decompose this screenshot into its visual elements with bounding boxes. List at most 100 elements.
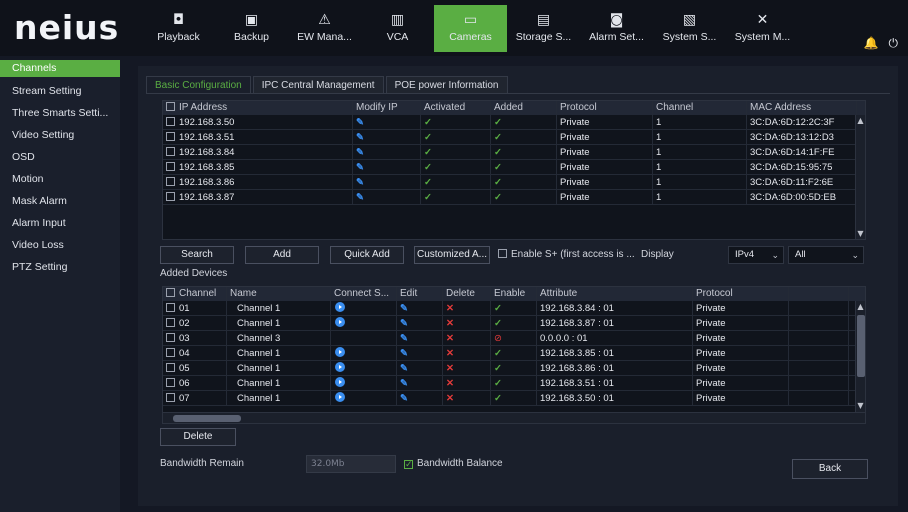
row-checkbox[interactable] (166, 132, 175, 141)
row-checkbox[interactable] (166, 393, 175, 402)
bandwidth-balance-checkbox[interactable]: ✓ (404, 460, 413, 469)
check-icon[interactable]: ✓ (494, 303, 502, 314)
table-row[interactable]: 06 Channel 1 ✎ ✕ ✓ 192.168.3.51 : 01 Private (163, 376, 865, 391)
sidebar-item-video-loss[interactable]: Video Loss (0, 234, 120, 256)
added-table-hscrollbar[interactable] (163, 412, 865, 423)
delete-icon[interactable]: ✕ (446, 378, 454, 389)
table-row[interactable]: 05 Channel 1 ✎ ✕ ✓ 192.168.3.86 : 01 Private (163, 361, 865, 376)
nav-system-m[interactable]: ✕ System M... (726, 5, 799, 52)
row-checkbox[interactable] (166, 363, 175, 372)
back-button[interactable]: Back (792, 459, 868, 479)
sidebar-item-three-smarts-setti[interactable]: Three Smarts Setti... (0, 102, 120, 124)
nav-storage-s[interactable]: ▤ Storage S... (507, 5, 580, 52)
sidebar-item-video-setting[interactable]: Video Setting (0, 124, 120, 146)
delete-icon[interactable]: ✕ (446, 333, 454, 344)
nav-backup[interactable]: ▣ Backup (215, 5, 288, 52)
edit-icon[interactable]: ✎ (400, 363, 408, 374)
sidebar-item-channels[interactable]: Channels (0, 60, 120, 77)
search-button[interactable]: Search (160, 246, 234, 264)
edit-icon[interactable]: ✎ (356, 117, 364, 128)
sidebar-item-ptz-setting[interactable]: PTZ Setting (0, 256, 120, 278)
search-table-scrollbar[interactable]: ▲ ▼ (855, 115, 865, 239)
enable-s-plus-checkbox[interactable] (498, 249, 507, 258)
select-all-checkbox[interactable] (166, 102, 175, 111)
edit-icon[interactable]: ✎ (356, 132, 364, 143)
tab-basic-configuration[interactable]: Basic Configuration (146, 76, 251, 93)
scroll-down-icon[interactable]: ▼ (856, 228, 865, 239)
delete-icon[interactable]: ✕ (446, 303, 454, 314)
nav-vca[interactable]: ▥ VCA (361, 5, 434, 52)
bell-icon[interactable]: 🔔 (864, 36, 879, 51)
tab-ipc-central-management[interactable]: IPC Central Management (252, 76, 384, 93)
check-icon[interactable]: ✓ (494, 378, 502, 389)
delete-icon[interactable]: ✕ (446, 348, 454, 359)
edit-icon[interactable]: ✎ (400, 333, 408, 344)
edit-icon[interactable]: ✎ (356, 177, 364, 188)
scope-filter-select[interactable]: All ⌄ (788, 246, 864, 264)
row-checkbox[interactable] (166, 303, 175, 312)
table-row[interactable]: 192.168.3.84 ✎ ✓ ✓ Private 1 3C:DA:6D:14:1F:FE (163, 145, 865, 160)
sidebar-item-motion[interactable]: Motion (0, 168, 120, 190)
row-checkbox[interactable] (166, 117, 175, 126)
check-icon[interactable]: ✓ (494, 318, 502, 329)
sidebar-item-mask-alarm[interactable]: Mask Alarm (0, 190, 120, 212)
delete-icon[interactable]: ✕ (446, 318, 454, 329)
delete-icon[interactable]: ✕ (446, 363, 454, 374)
table-row[interactable]: 04 Channel 1 ✎ ✕ ✓ 192.168.3.85 : 01 Private (163, 346, 865, 361)
nav-alarm-set[interactable]: ◙ Alarm Set... (580, 5, 653, 52)
sidebar-item-alarm-input[interactable]: Alarm Input (0, 212, 120, 234)
row-checkbox[interactable] (166, 177, 175, 186)
added-table-scrollbar[interactable]: ▲ ▼ (855, 301, 865, 412)
bandwidth-balance-option[interactable]: ✓ Bandwidth Balance (404, 458, 503, 469)
edit-icon[interactable]: ✎ (400, 303, 408, 314)
nav-playback[interactable]: ◘ Playback (142, 5, 215, 52)
table-row[interactable]: 192.168.3.50 ✎ ✓ ✓ Private 1 3C:DA:6D:12:2C:3F (163, 115, 865, 130)
select-all-checkbox[interactable] (166, 288, 175, 297)
edit-icon[interactable]: ✎ (400, 348, 408, 359)
edit-icon[interactable]: ✎ (400, 318, 408, 329)
row-checkbox[interactable] (166, 333, 175, 342)
check-icon[interactable]: ✓ (494, 348, 502, 359)
power-icon[interactable]: ⏻ (889, 36, 899, 51)
delete-icon[interactable]: ✕ (446, 393, 454, 404)
table-row[interactable]: 07 Channel 1 ✎ ✕ ✓ 192.168.3.50 : 01 Private (163, 391, 865, 406)
check-icon[interactable]: ✓ (494, 393, 502, 404)
customized-add-button[interactable]: Customized A... (414, 246, 490, 264)
scroll-up-icon[interactable]: ▲ (856, 115, 865, 127)
edit-icon[interactable]: ✎ (400, 393, 408, 404)
row-checkbox[interactable] (166, 348, 175, 357)
table-row[interactable]: 03 Channel 3 ✎ ✕ ⊘ 0.0.0.0 : 01 Private (163, 331, 865, 346)
sidebar-item-stream-setting[interactable]: Stream Setting (0, 80, 120, 102)
table-row[interactable]: 192.168.3.87 ✎ ✓ ✓ Private 1 3C:DA:6D:00:5D:EB (163, 190, 865, 205)
hscroll-thumb[interactable] (173, 415, 241, 422)
scroll-thumb[interactable] (857, 315, 865, 377)
nav-cameras[interactable]: ▭ Cameras (434, 5, 507, 52)
row-checkbox[interactable] (166, 378, 175, 387)
table-row[interactable]: 192.168.3.86 ✎ ✓ ✓ Private 1 3C:DA:6D:11:F2:6E (163, 175, 865, 190)
row-checkbox[interactable] (166, 192, 175, 201)
sidebar-item-osd[interactable]: OSD (0, 146, 120, 168)
table-row[interactable]: 01 Channel 1 ✎ ✕ ✓ 192.168.3.84 : 01 Private (163, 301, 865, 316)
edit-icon[interactable]: ✎ (356, 147, 364, 158)
table-row[interactable]: 192.168.3.85 ✎ ✓ ✓ Private 1 3C:DA:6D:15:95:75 (163, 160, 865, 175)
scroll-up-icon[interactable]: ▲ (856, 301, 865, 313)
protocol-filter-select[interactable]: IPv4 ⌄ (728, 246, 784, 264)
row-checkbox[interactable] (166, 162, 175, 171)
row-checkbox[interactable] (166, 147, 175, 156)
edit-icon[interactable]: ✎ (400, 378, 408, 389)
add-button[interactable]: Add (245, 246, 319, 264)
delete-button[interactable]: Delete (160, 428, 236, 446)
row-checkbox[interactable] (166, 318, 175, 327)
disabled-icon[interactable]: ⊘ (494, 333, 502, 344)
enable-s-plus-option[interactable]: Enable S+ (first access is ... (498, 249, 635, 260)
nav-system-s[interactable]: ▧ System S... (653, 5, 726, 52)
check-icon[interactable]: ✓ (494, 363, 502, 374)
edit-icon[interactable]: ✎ (356, 192, 364, 203)
quick-add-button[interactable]: Quick Add (330, 246, 404, 264)
scroll-down-icon[interactable]: ▼ (856, 400, 865, 412)
table-row[interactable]: 02 Channel 1 ✎ ✕ ✓ 192.168.3.87 : 01 Private (163, 316, 865, 331)
nav-ew-mana[interactable]: ⚠ EW Mana... (288, 5, 361, 52)
edit-icon[interactable]: ✎ (356, 162, 364, 173)
tab-poe-power-information[interactable]: POE power Information (385, 76, 508, 93)
table-row[interactable]: 192.168.3.51 ✎ ✓ ✓ Private 1 3C:DA:6D:13:12:D3 (163, 130, 865, 145)
